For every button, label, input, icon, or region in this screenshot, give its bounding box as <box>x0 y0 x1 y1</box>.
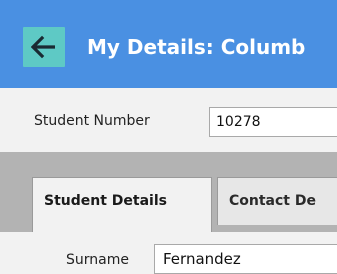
title-bar: My Details: Columb <box>0 0 337 88</box>
back-button[interactable] <box>23 27 65 67</box>
student-number-label: Student Number <box>34 113 150 129</box>
student-number-field[interactable]: 10278 <box>209 107 337 137</box>
window-title: My Details: Columb <box>87 35 306 59</box>
student-details-panel: Surname Fernandez <box>0 232 337 274</box>
tab-contact-details[interactable]: Contact De <box>217 177 337 225</box>
surname-field[interactable]: Fernandez <box>154 244 337 274</box>
student-number-row: Student Number 10278 <box>0 102 337 142</box>
arrow-left-icon <box>31 35 55 59</box>
tab-student-details[interactable]: Student Details <box>32 177 212 232</box>
surname-label: Surname <box>66 252 129 268</box>
